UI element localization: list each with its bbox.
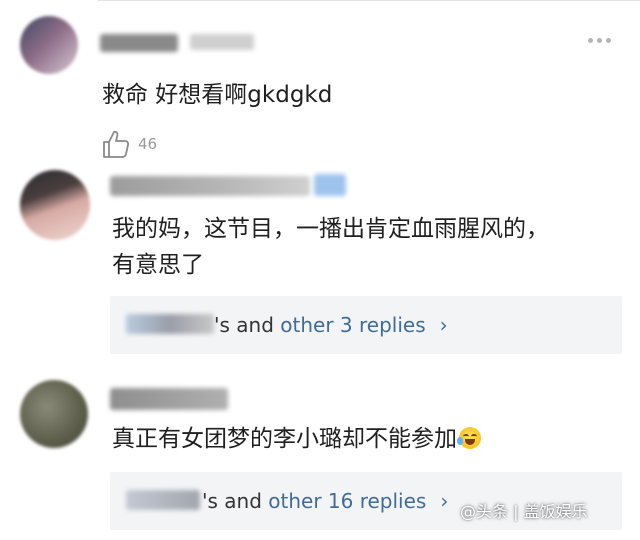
comment-text-line-2: 有意思了 bbox=[112, 252, 204, 278]
username-blurred[interactable] bbox=[100, 34, 178, 52]
avatar[interactable] bbox=[20, 380, 88, 448]
like-button[interactable]: 46 bbox=[102, 128, 157, 160]
chevron-right-icon: › bbox=[440, 489, 449, 513]
replier-name-blurred bbox=[126, 490, 200, 510]
verified-badge-blurred bbox=[314, 174, 346, 196]
replies-prefix: 's and bbox=[214, 313, 281, 337]
other-replies-count[interactable]: other 16 replies bbox=[268, 489, 426, 513]
comment-text-line-1: 我的妈，这节目，一播出肯定血雨腥风的， bbox=[112, 216, 549, 242]
replier-name-blurred bbox=[126, 314, 214, 334]
replies-link[interactable]: 's and other 3 replies › bbox=[110, 296, 622, 354]
comment-text: 真正有女团梦的李小璐却不能参加 bbox=[112, 420, 481, 458]
replies-prefix: 's and bbox=[202, 489, 269, 513]
avatar[interactable] bbox=[20, 16, 78, 74]
comment-text: 救命 好想看啊gkdgkd bbox=[102, 82, 333, 108]
user-meta-blurred bbox=[190, 34, 254, 50]
more-horizontal-icon bbox=[588, 38, 593, 43]
other-replies-count[interactable]: other 3 replies bbox=[280, 313, 425, 337]
avatar[interactable] bbox=[20, 170, 90, 240]
top-divider bbox=[98, 0, 640, 1]
watermark: @头条 | 盖饭娱乐 bbox=[460, 502, 588, 521]
replies-summary: 's and other 3 replies › bbox=[214, 296, 448, 354]
crying-laughing-emoji-icon bbox=[457, 427, 481, 449]
chevron-right-icon: › bbox=[439, 313, 448, 337]
more-options-button[interactable] bbox=[588, 38, 611, 43]
like-count: 46 bbox=[138, 135, 158, 153]
replies-summary: 's and other 16 replies › bbox=[202, 472, 448, 530]
username-blurred[interactable] bbox=[110, 388, 228, 410]
username-blurred[interactable] bbox=[110, 176, 310, 196]
thumbs-up-icon bbox=[103, 130, 130, 158]
